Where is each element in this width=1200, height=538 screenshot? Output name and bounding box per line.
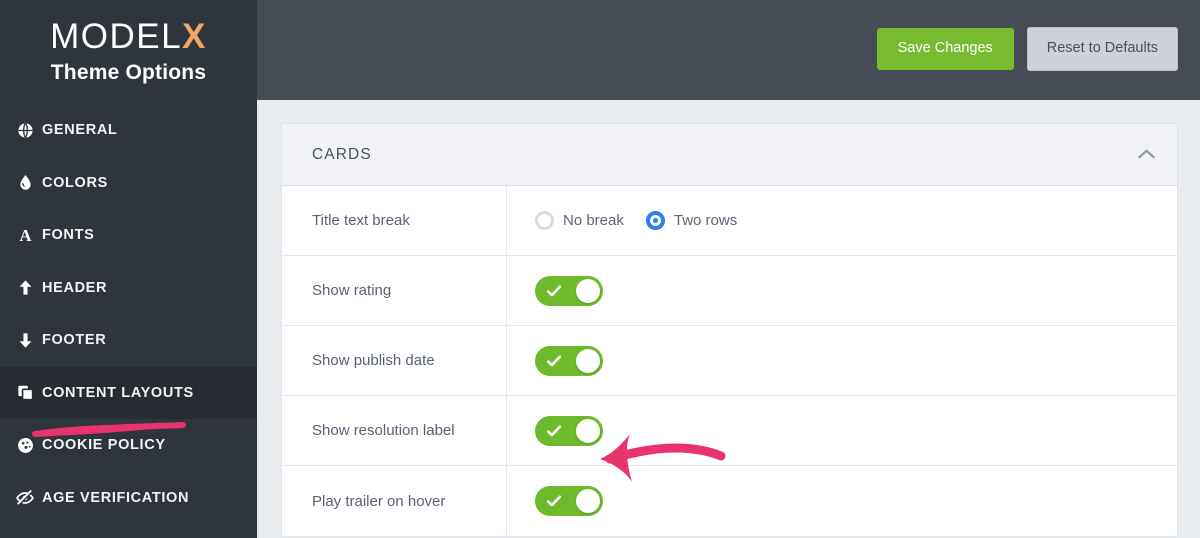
radio-group-title-text-break: No break Two rows — [535, 211, 737, 230]
field-label: Title text break — [282, 186, 507, 255]
sidebar-item-footer[interactable]: FOOTER — [0, 314, 257, 367]
field-row-play-trailer-on-hover: Play trailer on hover — [282, 466, 1177, 536]
save-changes-button[interactable]: Save Changes — [876, 28, 1014, 70]
layers-icon — [8, 383, 42, 402]
field-control — [507, 466, 1177, 536]
main-content: CARDS Title text break No break Two rows… — [257, 100, 1200, 538]
sidebar-item-general[interactable]: GENERAL — [0, 104, 257, 157]
logo-accent-text: X — [182, 17, 207, 57]
sidebar-item-fonts[interactable]: A FONTS — [0, 209, 257, 262]
arrow-down-icon — [8, 331, 42, 350]
droplet-icon — [8, 173, 42, 192]
radio-option-no-break[interactable]: No break — [535, 211, 624, 230]
sidebar-item-label: FONTS — [42, 227, 95, 244]
sidebar-item-label: GENERAL — [42, 122, 118, 139]
sidebar-item-cookie-policy[interactable]: COOKIE POLICY — [0, 419, 257, 472]
cards-panel: CARDS Title text break No break Two rows… — [281, 123, 1178, 537]
radio-option-label: Two rows — [673, 212, 738, 229]
field-label: Play trailer on hover — [282, 466, 507, 536]
field-control — [507, 256, 1177, 325]
sidebar-item-label: AGE VERIFICATION — [42, 489, 190, 506]
sidebar-item-label: CONTENT LAYOUTS — [42, 384, 194, 401]
field-label: Show resolution label — [282, 396, 507, 465]
check-icon — [546, 424, 562, 436]
topbar-actions: Save Changes Reset to Defaults — [876, 27, 1178, 71]
panel-header-cards[interactable]: CARDS — [282, 124, 1177, 186]
font-a-icon: A — [8, 226, 42, 245]
field-row-show-publish-date: Show publish date — [282, 326, 1177, 396]
sidebar-item-label: FOOTER — [42, 332, 107, 349]
field-label: Show publish date — [282, 326, 507, 395]
check-icon — [546, 495, 562, 507]
svg-text:A: A — [19, 226, 31, 245]
eye-off-icon — [8, 488, 42, 508]
radio-circle-selected-icon — [645, 211, 665, 230]
toggle-knob — [576, 348, 600, 373]
radio-circle-icon — [535, 211, 554, 230]
toggle-show-publish-date[interactable] — [535, 345, 603, 376]
logo: MODELX — [50, 17, 207, 57]
field-row-show-resolution-label: Show resolution label — [282, 396, 1177, 466]
panel-title: CARDS — [312, 145, 372, 163]
brand-header: MODELX Theme Options — [0, 0, 257, 100]
toggle-knob — [576, 418, 600, 443]
sidebar-item-colors[interactable]: COLORS — [0, 157, 257, 210]
toggle-knob — [576, 489, 600, 513]
theme-options-screen: MODELX Theme Options GENERAL COLORS A FO… — [0, 0, 1200, 538]
sidebar-item-label: COLORS — [42, 174, 108, 191]
reset-to-defaults-button[interactable]: Reset to Defaults — [1026, 27, 1178, 71]
sidebar-item-age-verification[interactable]: AGE VERIFICATION — [0, 472, 257, 525]
radio-option-label: No break — [563, 212, 624, 229]
field-control — [507, 396, 1177, 465]
logo-main-text: MODEL — [50, 17, 183, 57]
toggle-show-resolution-label[interactable] — [535, 415, 603, 446]
radio-option-two-rows[interactable]: Two rows — [645, 211, 738, 230]
sidebar: MODELX Theme Options GENERAL COLORS A FO… — [0, 0, 257, 538]
sidebar-item-label: HEADER — [42, 279, 108, 296]
field-control — [507, 326, 1177, 395]
sidebar-item-header[interactable]: HEADER — [0, 262, 257, 315]
field-label: Show rating — [282, 256, 507, 325]
arrow-up-icon — [8, 278, 42, 297]
sidebar-nav: GENERAL COLORS A FONTS HEADER FOOTER CON… — [0, 100, 257, 524]
chevron-up-icon[interactable] — [1138, 149, 1155, 160]
field-row-show-rating: Show rating — [282, 256, 1177, 326]
cookie-icon — [8, 436, 42, 455]
toggle-play-trailer-on-hover[interactable] — [535, 486, 603, 516]
toggle-show-rating[interactable] — [535, 275, 603, 306]
sidebar-item-label: COOKIE POLICY — [42, 437, 166, 454]
brand-subtitle: Theme Options — [50, 60, 207, 84]
field-control: No break Two rows — [507, 186, 1177, 255]
sidebar-item-content-layouts[interactable]: CONTENT LAYOUTS — [0, 366, 257, 419]
check-icon — [546, 354, 562, 366]
globe-icon — [8, 121, 42, 140]
field-row-title-text-break: Title text break No break Two rows — [282, 186, 1177, 256]
topbar: Save Changes Reset to Defaults — [257, 0, 1200, 100]
check-icon — [546, 284, 562, 296]
toggle-knob — [576, 278, 600, 303]
